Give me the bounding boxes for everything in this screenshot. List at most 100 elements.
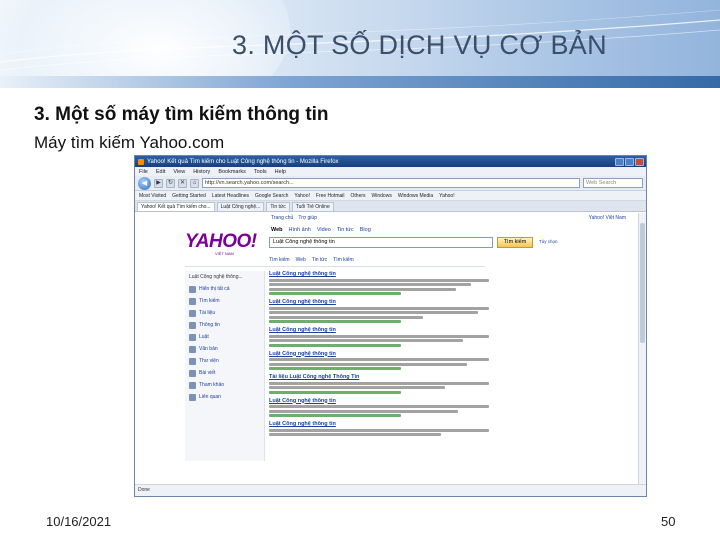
browser-tabbar: Yahoo! Kết quả Tìm kiếm cho... Luật Công…: [135, 201, 646, 212]
search-result[interactable]: Luật Công nghệ thông tin: [269, 398, 489, 417]
yahoo-top-link[interactable]: Trang chủ: [271, 215, 293, 221]
result-title[interactable]: Luật Công nghệ thông tin: [269, 299, 489, 305]
category-icon: [189, 393, 196, 401]
result-title[interactable]: Luật Công nghệ thông tin: [269, 421, 489, 427]
browser-tab[interactable]: Luật Công nghệ...: [216, 202, 265, 211]
filter-item[interactable]: Tin tức: [312, 257, 327, 266]
left-panel-label: Thông tin: [199, 322, 220, 328]
search-result[interactable]: Luật Công nghệ thông tin: [269, 327, 489, 347]
bookmark-item[interactable]: Google Search: [255, 193, 288, 199]
result-url[interactable]: [269, 414, 401, 417]
result-snippet: [269, 283, 472, 286]
bookmark-item[interactable]: Yahoo!: [439, 193, 454, 199]
yahoo-search-input[interactable]: Luật Công nghệ thông tin: [269, 237, 493, 248]
filter-item[interactable]: Web: [296, 257, 306, 266]
search-result[interactable]: Luật Công nghệ thông tin: [269, 421, 489, 436]
tab-video[interactable]: Video: [317, 227, 331, 233]
page-scrollbar[interactable]: [638, 213, 646, 485]
bookmark-item[interactable]: Others: [351, 193, 366, 199]
reload-icon[interactable]: ↻: [166, 178, 175, 188]
left-panel-item[interactable]: Liên quan: [185, 391, 264, 403]
result-snippet: [269, 339, 463, 342]
left-panel-item[interactable]: Tìm kiếm: [185, 295, 264, 307]
result-snippet: [269, 362, 467, 366]
result-url[interactable]: [269, 367, 401, 370]
home-icon[interactable]: ⌂: [190, 178, 199, 188]
close-icon[interactable]: [635, 157, 644, 166]
tab-news[interactable]: Tin tức: [337, 227, 354, 233]
forward-icon[interactable]: ▶: [154, 178, 163, 188]
category-icon: [189, 297, 196, 305]
menu-edit[interactable]: Edit: [156, 169, 165, 175]
browser-titlebar: Yahoo! Kết quả Tìm kiếm cho Luật Công ng…: [135, 156, 646, 167]
category-icon: [189, 369, 196, 377]
result-snippet: [269, 433, 441, 436]
yahoo-search-button[interactable]: Tìm kiếm: [497, 237, 533, 248]
stop-icon[interactable]: ✕: [178, 178, 187, 188]
search-result[interactable]: Luật Công nghệ thông tin: [269, 299, 489, 323]
left-panel-item[interactable]: Bài viết: [185, 367, 264, 379]
bookmark-item[interactable]: Latest Headlines: [212, 193, 249, 199]
bookmark-item[interactable]: Free Hotmail: [316, 193, 345, 199]
left-panel-label: Tham khảo: [199, 382, 225, 388]
search-result[interactable]: Luật Công nghệ thông tin: [269, 271, 489, 295]
result-url[interactable]: [269, 320, 401, 323]
filter-item[interactable]: Tìm kiếm: [269, 257, 290, 266]
bookmark-item[interactable]: Windows Media: [398, 193, 433, 199]
filter-item[interactable]: Tìm kiếm: [333, 257, 354, 266]
menu-history[interactable]: History: [193, 169, 210, 175]
result-snippet: [269, 334, 489, 338]
result-url[interactable]: [269, 390, 401, 394]
result-snippet: [269, 315, 423, 319]
section-heading: 3. Một số máy tìm kiếm thông tin: [34, 104, 329, 125]
left-panel-item[interactable]: Tài liệu: [185, 307, 264, 319]
browser-window-title: Yahoo! Kết quả Tìm kiếm cho Luật Công ng…: [147, 158, 339, 165]
menu-help[interactable]: Help: [275, 169, 286, 175]
result-url[interactable]: [269, 292, 401, 295]
url-input[interactable]: http://vn.search.yahoo.com/search...: [202, 178, 580, 188]
browser-menubar: File Edit View History Bookmarks Tools H…: [135, 167, 646, 176]
search-result[interactable]: Luật Công nghệ thông tin: [269, 351, 489, 370]
yahoo-top-link[interactable]: Trợ giúp: [298, 215, 317, 221]
left-panel-label: Văn bản: [199, 346, 218, 352]
left-panel-item[interactable]: Thông tin: [185, 319, 264, 331]
menu-file[interactable]: File: [139, 169, 148, 175]
bookmark-item[interactable]: Getting Started: [172, 193, 206, 199]
browser-tab[interactable]: Yahoo! Kết quả Tìm kiếm cho...: [137, 202, 215, 211]
result-title[interactable]: Luật Công nghệ thông tin: [269, 327, 489, 333]
result-snippet: [269, 428, 489, 432]
scrollbar-thumb[interactable]: [640, 223, 645, 343]
yahoo-logo[interactable]: YAHOO!: [185, 231, 257, 253]
left-panel-item[interactable]: Thư viện: [185, 355, 264, 367]
bookmark-item[interactable]: Windows: [372, 193, 392, 199]
left-panel-label: Liên quan: [199, 394, 221, 400]
menu-bookmarks[interactable]: Bookmarks: [218, 169, 246, 175]
bookmark-item[interactable]: Most Visited: [139, 193, 166, 199]
category-icon: [189, 357, 196, 365]
result-title[interactable]: Tài liệu Luật Công nghệ Thông Tin: [269, 374, 489, 380]
tab-web[interactable]: Web: [271, 227, 283, 233]
left-panel-item[interactable]: Văn bản: [185, 343, 264, 355]
menu-view[interactable]: View: [173, 169, 185, 175]
left-panel-item[interactable]: Tham khảo: [185, 379, 264, 391]
yahoo-options-link[interactable]: Tùy chọn: [539, 239, 558, 244]
browser-tab[interactable]: Tuổi Trẻ Online: [291, 202, 334, 211]
result-title[interactable]: Luật Công nghệ thông tin: [269, 398, 489, 404]
left-panel-item[interactable]: Hiển thị tất cả: [185, 283, 264, 295]
search-result[interactable]: Tài liệu Luật Công nghệ Thông Tin: [269, 374, 489, 394]
browser-tab[interactable]: Tin tức: [266, 202, 290, 211]
bookmark-item[interactable]: Yahoo!: [294, 193, 309, 199]
browser-search-input[interactable]: Web Search: [583, 178, 643, 188]
maximize-icon[interactable]: [625, 157, 634, 166]
result-title[interactable]: Luật Công nghệ thông tin: [269, 351, 489, 357]
minimize-icon[interactable]: [615, 157, 624, 166]
tab-blog[interactable]: Blog: [360, 227, 371, 233]
yahoo-top-right-link[interactable]: Yahoo! Việt Nam: [589, 215, 626, 221]
menu-tools[interactable]: Tools: [254, 169, 267, 175]
left-panel-item[interactable]: Luật: [185, 331, 264, 343]
window-controls: [615, 157, 646, 166]
result-title[interactable]: Luật Công nghệ thông tin: [269, 271, 489, 277]
back-icon[interactable]: ◀: [138, 176, 151, 190]
tab-images[interactable]: Hình ảnh: [289, 227, 311, 233]
result-url[interactable]: [269, 343, 401, 347]
